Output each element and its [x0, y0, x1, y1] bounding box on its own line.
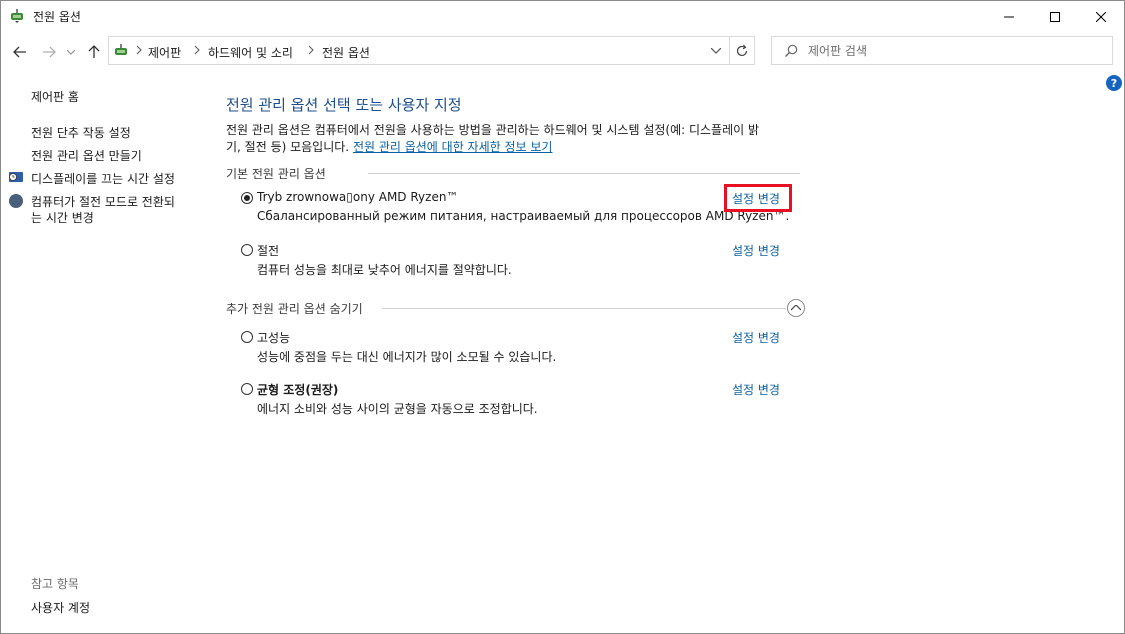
- power-options-icon: [9, 8, 25, 24]
- forward-button[interactable]: [39, 42, 59, 62]
- search-icon: [785, 44, 798, 57]
- change-settings-link-power-saver[interactable]: 설정 변경: [732, 242, 780, 259]
- plan-description-balanced: 에너지 소비와 성능 사이의 균형을 자동으로 조정합니다.: [257, 402, 538, 416]
- refresh-icon: [736, 44, 748, 56]
- back-arrow-icon: [13, 46, 26, 58]
- display-clock-icon: [8, 169, 24, 185]
- page-title: 전원 관리 옵션 선택 또는 사용자 지정: [226, 96, 462, 114]
- breadcrumb-hardware-sound[interactable]: 하드웨어 및 소리: [208, 44, 293, 61]
- maximize-button[interactable]: [1032, 1, 1078, 32]
- sidebar-choose-power-buttons[interactable]: 전원 단추 작동 설정: [31, 124, 131, 141]
- collapse-additional-plans-button[interactable]: [787, 299, 805, 317]
- radio-selected-dot: [244, 195, 250, 201]
- sidebar-sleep-time-line1[interactable]: 컴퓨터가 절전 모드로 전환되: [31, 193, 175, 210]
- sidebar-sleep-time-line2[interactable]: 는 시간 변경: [31, 209, 94, 226]
- page-description: 전원 관리 옵션은 컴퓨터에서 전원을 사용하는 방법을 관리하는 하드웨어 및…: [226, 122, 806, 156]
- navigation-bar: 제어판 하드웨어 및 소리 전원 옵션: [1, 33, 1124, 71]
- minimize-icon: [1004, 16, 1014, 17]
- sleep-moon-icon: [8, 193, 24, 209]
- power-plans-info-link[interactable]: 전원 관리 옵션에 대한 자세한 정보 보기: [353, 140, 553, 154]
- chevron-down-icon: [711, 47, 721, 54]
- see-also-label: 참고 항목: [31, 577, 79, 591]
- refresh-button[interactable]: [730, 37, 754, 64]
- plan-name-balanced[interactable]: 균형 조정(권장): [257, 381, 338, 398]
- sidebar-create-power-plan[interactable]: 전원 관리 옵션 만들기: [31, 147, 142, 164]
- title-bar: 전원 옵션: [1, 1, 1124, 32]
- up-button[interactable]: [84, 42, 104, 62]
- plan-description-high-performance: 성능에 중점을 두는 대신 에너지가 많이 소모될 수 있습니다.: [257, 350, 557, 364]
- plan-name-high-performance[interactable]: 고성능: [257, 329, 290, 346]
- description-line2-text: 기, 절전 등) 모음입니다.: [226, 140, 353, 154]
- section-divider: [382, 308, 786, 309]
- chevron-down-icon: [67, 49, 75, 55]
- search-box[interactable]: [771, 36, 1113, 65]
- plan-description-amd-ryzen: Сбалансированный режим питания, настраив…: [257, 209, 790, 223]
- breadcrumb-separator-icon: [194, 45, 200, 55]
- breadcrumb-separator-icon: [308, 45, 314, 55]
- plan-radio-power-saver[interactable]: [241, 244, 253, 256]
- address-history-button[interactable]: [703, 37, 730, 64]
- highlight-box: [724, 184, 792, 212]
- maximize-icon: [1050, 11, 1060, 22]
- window: 전원 옵션 제어판 하드웨어 및 소리 전원 옵션 제어판 검색 ? 제어판 홈…: [0, 0, 1125, 634]
- breadcrumb-separator-icon: [136, 45, 142, 55]
- preferred-plans-heading: 기본 전원 관리 옵션: [226, 167, 326, 181]
- plan-radio-balanced[interactable]: [241, 383, 253, 395]
- description-line1: 전원 관리 옵션은 컴퓨터에서 전원을 사용하는 방법을 관리하는 하드웨어 및…: [226, 123, 760, 137]
- description-line2: 기, 절전 등) 모음입니다. 전원 관리 옵션에 대한 자세한 정보 보기: [226, 139, 806, 156]
- sidebar-display-off-time[interactable]: 디스플레이를 끄는 시간 설정: [31, 170, 175, 187]
- help-button[interactable]: ?: [1106, 75, 1122, 91]
- change-settings-link-high-performance[interactable]: 설정 변경: [732, 329, 780, 346]
- breadcrumb-power-options[interactable]: 전원 옵션: [322, 44, 370, 61]
- sidebar-control-panel-home[interactable]: 제어판 홈: [31, 88, 79, 105]
- plan-name-amd-ryzen[interactable]: Tryb zrownowa▯ony AMD Ryzen™: [257, 190, 458, 204]
- sidebar-user-accounts[interactable]: 사용자 계정: [31, 599, 90, 616]
- address-bar[interactable]: 제어판 하드웨어 및 소리 전원 옵션: [108, 36, 755, 65]
- minimize-button[interactable]: [986, 1, 1032, 32]
- search-input[interactable]: [808, 42, 1098, 60]
- recent-locations-button[interactable]: [64, 42, 78, 62]
- help-icon: ?: [1110, 76, 1118, 90]
- change-settings-link-balanced[interactable]: 설정 변경: [732, 381, 780, 398]
- forward-arrow-icon: [43, 46, 56, 58]
- close-icon: [1096, 11, 1106, 22]
- plan-radio-high-performance[interactable]: [241, 331, 253, 343]
- plan-description-power-saver: 컴퓨터 성능을 최대로 낮추어 에너지를 절약합니다.: [257, 263, 512, 277]
- plan-radio-amd-ryzen[interactable]: [241, 192, 253, 204]
- plan-name-power-saver[interactable]: 절전: [257, 242, 279, 259]
- additional-plans-heading: 추가 전원 관리 옵션 숨기기: [226, 302, 363, 316]
- power-options-icon: [112, 43, 130, 59]
- back-button[interactable]: [10, 42, 30, 62]
- close-button[interactable]: [1078, 1, 1124, 32]
- up-arrow-icon: [88, 45, 100, 58]
- breadcrumb-control-panel[interactable]: 제어판: [148, 44, 181, 61]
- window-title: 전원 옵션: [33, 10, 81, 24]
- chevron-up-icon: [791, 305, 801, 311]
- section-divider: [368, 173, 800, 174]
